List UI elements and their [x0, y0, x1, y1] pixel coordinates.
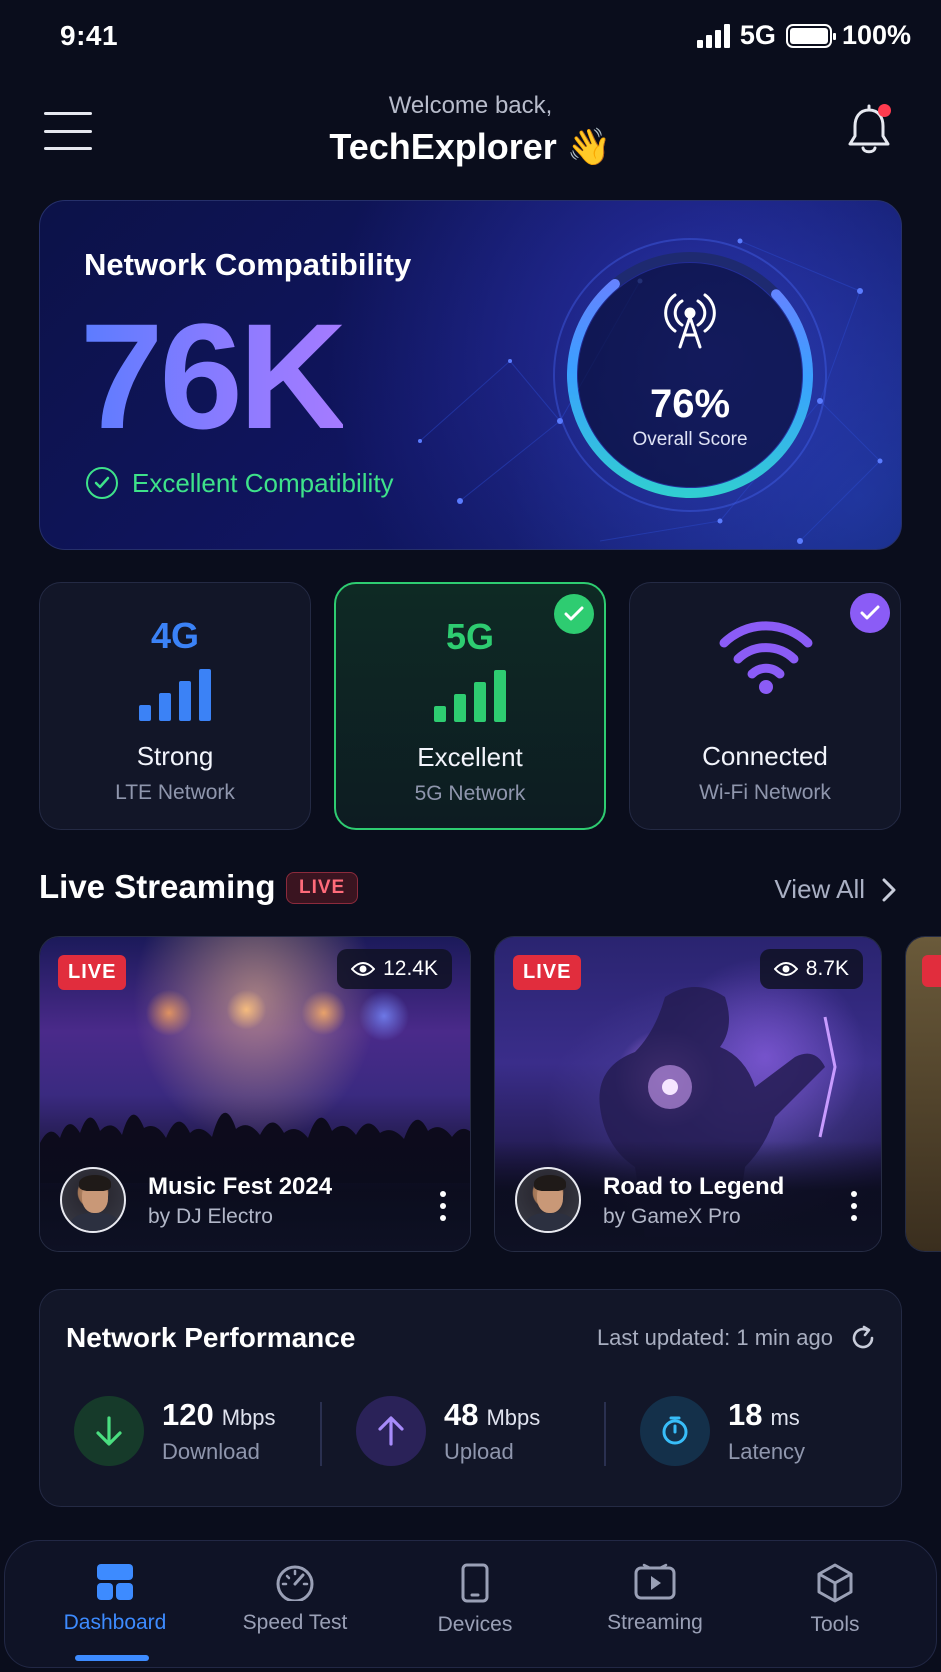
latency-label: Latency: [728, 1439, 806, 1464]
score-percent: 76%: [649, 381, 731, 426]
tile-status: Connected: [702, 741, 828, 771]
stream-card-partial[interactable]: [905, 936, 941, 1252]
stream-title: Music Fest 2024: [148, 1173, 333, 1200]
tile-gen: 5G: [445, 616, 495, 657]
last-updated-text: Last updated: 1 min ago: [596, 1325, 833, 1350]
viewer-count-text: 12.4K: [383, 957, 438, 980]
latency-value: 18: [728, 1397, 763, 1432]
status-time: 9:41: [60, 20, 119, 51]
view-all-link[interactable]: View All: [774, 874, 897, 905]
metric-download: 120 Mbps Download: [74, 1396, 276, 1466]
compatibility-value: 76K: [80, 292, 347, 460]
viewer-count-text: 8.7K: [805, 957, 849, 980]
nav-devices[interactable]: Devices: [385, 1563, 565, 1637]
metric-divider: [604, 1402, 606, 1466]
tile-status: Excellent: [417, 742, 523, 772]
dashboard-icon: [97, 1564, 133, 1600]
compatibility-status-text: Excellent Compatibility: [132, 467, 394, 498]
live-badge: LIVE: [58, 955, 127, 990]
more-options-icon[interactable]: [438, 1191, 448, 1221]
streamer-avatar[interactable]: [60, 1167, 126, 1233]
view-all-label: View All: [774, 874, 865, 904]
nav-speed-test[interactable]: Speed Test: [205, 1563, 385, 1635]
phone-icon: [461, 1563, 489, 1603]
upload-arrow-icon: [356, 1396, 426, 1466]
tile-sub: 5G Network: [414, 782, 526, 805]
notification-bell-icon[interactable]: [845, 104, 893, 158]
tile-sub: Wi-Fi Network: [699, 781, 831, 804]
score-readout: 76% Overall Score: [530, 215, 850, 535]
metric-upload: 48 Mbps Upload: [356, 1396, 540, 1466]
cube-icon: [817, 1563, 853, 1603]
eye-icon: [351, 962, 376, 976]
upload-label: Upload: [444, 1439, 514, 1464]
upload-value: 48: [444, 1397, 479, 1432]
wifi-icon: [719, 621, 813, 694]
username: TechExplorer 👋: [329, 126, 612, 167]
battery-icon: [785, 23, 836, 48]
status-indicators: 5G 100%: [696, 20, 911, 51]
viewer-count: 8.7K: [759, 949, 863, 989]
signal-bars-icon: [434, 670, 506, 722]
metric-divider: [320, 1402, 322, 1466]
stream-card-music-fest[interactable]: LIVE 12.4K Music Fest 2024 by DJ Electro: [39, 936, 471, 1252]
compatibility-status: Excellent Compatibility: [86, 467, 394, 499]
nav-label: Devices: [437, 1613, 513, 1636]
download-arrow-icon: [74, 1396, 144, 1466]
eye-icon: [773, 962, 798, 976]
live-tag: LIVE: [286, 872, 359, 904]
last-updated: Last updated: 1 min ago: [597, 1324, 877, 1352]
tile-gen: 4G: [150, 615, 200, 656]
check-icon: [850, 593, 890, 633]
play-icon: [634, 1563, 676, 1600]
latency-unit: ms: [770, 1405, 800, 1430]
tile-5g[interactable]: 5G Excellent 5G Network: [334, 582, 606, 830]
tile-wifi[interactable]: Connected Wi-Fi Network: [629, 582, 901, 830]
speedometer-icon: [276, 1565, 314, 1601]
nav-tools[interactable]: Tools: [745, 1563, 925, 1637]
tile-status: Strong: [136, 741, 214, 771]
timer-icon: [640, 1396, 710, 1466]
tile-4g[interactable]: 4G Strong LTE Network: [39, 582, 311, 830]
nav-dashboard[interactable]: Dashboard: [25, 1563, 205, 1635]
nav-active-indicator: [75, 1655, 149, 1661]
upload-unit: Mbps: [486, 1405, 541, 1430]
signal-bars-icon: [139, 669, 211, 721]
signal-icon: [696, 23, 730, 48]
live-streaming-title: Live Streaming: [39, 868, 276, 905]
nav-label: Dashboard: [63, 1611, 167, 1634]
welcome-text: Welcome back,: [388, 92, 553, 119]
stream-author: by GameX Pro: [603, 1205, 741, 1228]
nav-label: Tools: [810, 1613, 860, 1636]
download-unit: Mbps: [221, 1405, 276, 1430]
tile-sub: LTE Network: [115, 781, 235, 804]
performance-title: Network Performance: [66, 1322, 356, 1353]
more-options-icon[interactable]: [849, 1191, 859, 1221]
stream-card-road-to-legend[interactable]: LIVE 8.7K Road to Legend by GameX Pro: [494, 936, 882, 1252]
streamer-avatar[interactable]: [515, 1167, 581, 1233]
stream-title: Road to Legend: [603, 1173, 785, 1200]
check-circle-icon: [86, 467, 118, 499]
chevron-right-icon: [882, 878, 896, 901]
nav-label: Streaming: [607, 1611, 703, 1634]
compatibility-card: Network Compatibility 76K Excellent Comp…: [39, 200, 902, 550]
viewer-count: 12.4K: [337, 949, 452, 989]
download-label: Download: [162, 1439, 260, 1464]
live-badge: [922, 955, 941, 987]
live-badge: LIVE: [513, 955, 582, 990]
bottom-nav: Dashboard Speed Test Devices Streaming T…: [4, 1540, 937, 1668]
metric-latency: 18 ms Latency: [640, 1396, 805, 1466]
download-value: 120: [162, 1397, 214, 1432]
nav-label: Speed Test: [242, 1611, 348, 1634]
status-battery: 100%: [841, 20, 911, 50]
score-label: Overall Score: [632, 428, 748, 450]
hero-title: Network Compatibility: [84, 247, 412, 282]
nav-streaming[interactable]: Streaming: [565, 1563, 745, 1635]
network-performance-card: Network Performance Last updated: 1 min …: [39, 1289, 902, 1507]
status-network: 5G: [739, 20, 776, 50]
notification-dot: [878, 104, 891, 117]
stream-author: by DJ Electro: [148, 1205, 273, 1228]
refresh-icon[interactable]: [849, 1324, 877, 1352]
